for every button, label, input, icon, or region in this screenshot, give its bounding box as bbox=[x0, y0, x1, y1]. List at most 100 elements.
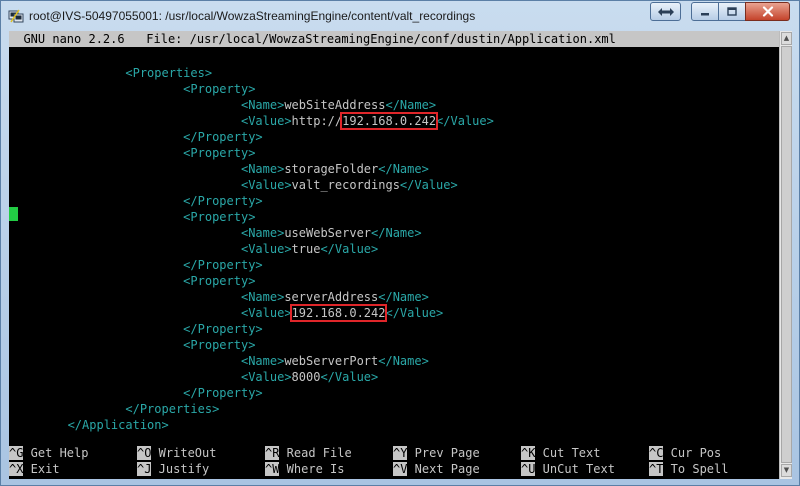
xml-tag: </Name> bbox=[378, 354, 429, 368]
editor-line[interactable]: <Property> bbox=[17, 209, 255, 225]
xml-tag: <Value> bbox=[240, 242, 292, 256]
highlighted-ip-value: 192.168.0.242 bbox=[340, 112, 439, 130]
terminal-screen[interactable]: GNU nano 2.2.6 File: /usr/local/WowzaStr… bbox=[9, 31, 779, 479]
xml-tag: <Name> bbox=[240, 98, 285, 112]
editor-line[interactable]: <Name>webServerPort</Name> bbox=[17, 353, 429, 369]
title-bar[interactable]: root@IVS-50497055001: /usr/local/WowzaSt… bbox=[1, 1, 799, 31]
xml-tag: <Value> bbox=[240, 370, 292, 384]
vertical-scrollbar[interactable]: ▲ ▼ bbox=[779, 31, 792, 479]
shortcut-label: Read File bbox=[279, 446, 352, 460]
xml-tag: <Name> bbox=[240, 162, 285, 176]
shortcut-key: ^T bbox=[649, 462, 664, 476]
editor-line[interactable]: <Name>useWebServer</Name> bbox=[17, 225, 422, 241]
editor-line[interactable]: <Properties> bbox=[17, 65, 212, 81]
shortcut-key: ^W bbox=[265, 462, 280, 476]
xml-tag: </Value> bbox=[320, 370, 379, 384]
xml-tag: </Name> bbox=[371, 226, 422, 240]
editor-line[interactable]: </Property> bbox=[17, 321, 263, 337]
shortcut-label: Cur Pos bbox=[663, 446, 722, 460]
maximize-button[interactable] bbox=[718, 2, 746, 21]
shortcut-label: Exit bbox=[23, 462, 60, 476]
editor-line[interactable]: </Property> bbox=[17, 129, 262, 145]
editor-line[interactable]: </Property> bbox=[17, 193, 263, 209]
xml-text: webServerPort bbox=[284, 354, 379, 368]
minimize-button[interactable] bbox=[691, 2, 719, 21]
xml-tag: </Property> bbox=[183, 322, 263, 336]
xml-tag: <Value> bbox=[240, 178, 292, 192]
editor-line[interactable]: <Value>true</Value> bbox=[17, 241, 378, 257]
editor-line[interactable]: </Property> bbox=[17, 385, 262, 401]
shortcut-item: ^K Cut Text bbox=[521, 445, 600, 461]
xml-tag: <Name> bbox=[240, 290, 285, 304]
xml-text: webSiteAddress bbox=[284, 98, 386, 112]
xml-text: storageFolder bbox=[284, 162, 379, 176]
shortcut-item: ^J Justify bbox=[137, 461, 209, 477]
editor-line[interactable]: </Property> bbox=[17, 257, 262, 273]
editor-line[interactable]: <Value>8000</Value> bbox=[17, 369, 378, 385]
shortcut-item: ^V Next Page bbox=[393, 461, 480, 477]
xml-tag: <Value> bbox=[240, 114, 292, 128]
shortcut-label: Cut Text bbox=[535, 446, 601, 460]
xml-tag: <Property> bbox=[183, 338, 256, 352]
editor-line[interactable]: <Property> bbox=[17, 145, 255, 161]
putty-icon[interactable] bbox=[8, 8, 24, 24]
editor-line[interactable]: <Value>valt_recordings</Value> bbox=[17, 177, 458, 193]
shortcut-key: ^O bbox=[137, 446, 152, 460]
shortcut-key: ^R bbox=[265, 446, 280, 460]
shortcut-key: ^G bbox=[9, 446, 24, 460]
editor-line[interactable]: </Application> bbox=[17, 417, 169, 433]
shortcut-item: ^W Where Is bbox=[265, 461, 344, 477]
xml-text: true bbox=[291, 242, 321, 256]
shortcut-item: ^G Get Help bbox=[9, 445, 88, 461]
editor-line[interactable]: <Property> bbox=[17, 273, 255, 289]
shortcut-key: ^U bbox=[521, 462, 536, 476]
shortcut-key: ^V bbox=[393, 462, 408, 476]
shortcut-label: Get Help bbox=[23, 446, 89, 460]
scroll-thumb[interactable] bbox=[781, 46, 792, 463]
resize-button[interactable] bbox=[650, 2, 681, 21]
shortcut-key: ^J bbox=[137, 462, 152, 476]
shortcut-label: Next Page bbox=[407, 462, 480, 476]
shortcut-label: WriteOut bbox=[151, 446, 217, 460]
maximize-icon bbox=[727, 6, 737, 16]
scroll-up-arrow[interactable]: ▲ bbox=[781, 32, 792, 45]
shortcut-label: To Spell bbox=[663, 462, 729, 476]
shortcut-key: ^Y bbox=[393, 446, 408, 460]
editor-line[interactable]: <Value>http://192.168.0.242</Value> bbox=[17, 112, 494, 130]
editor-line[interactable]: <Property> bbox=[17, 81, 255, 97]
window-title: root@IVS-50497055001: /usr/local/WowzaSt… bbox=[29, 9, 476, 23]
shortcut-label: Justify bbox=[151, 462, 210, 476]
shortcut-item: ^R Read File bbox=[265, 445, 352, 461]
editor-line[interactable]: </Properties> bbox=[17, 401, 219, 417]
editor-line[interactable]: <Name>storageFolder</Name> bbox=[17, 161, 429, 177]
xml-tag: </Properties> bbox=[125, 402, 220, 416]
editor-line[interactable]: <Name>serverAddress</Name> bbox=[17, 289, 429, 305]
shortcut-item: ^Y Prev Page bbox=[393, 445, 480, 461]
xml-tag: <Name> bbox=[240, 354, 285, 368]
xml-tag: </Property> bbox=[183, 194, 263, 208]
xml-text: serverAddress bbox=[284, 290, 379, 304]
xml-tag: <Name> bbox=[240, 226, 285, 240]
xml-tag: </Value> bbox=[436, 114, 494, 128]
editor-line[interactable]: <Name>webSiteAddress</Name> bbox=[17, 97, 436, 113]
scroll-down-arrow[interactable]: ▼ bbox=[781, 464, 792, 477]
xml-text: http:// bbox=[291, 114, 343, 128]
editor-line[interactable]: <Property> bbox=[17, 337, 255, 353]
shortcut-item: ^U UnCut Text bbox=[521, 461, 615, 477]
editor-line[interactable]: <Value>192.168.0.242</Value> bbox=[17, 304, 443, 322]
xml-tag: <Property> bbox=[183, 274, 256, 288]
close-button[interactable] bbox=[745, 2, 790, 21]
